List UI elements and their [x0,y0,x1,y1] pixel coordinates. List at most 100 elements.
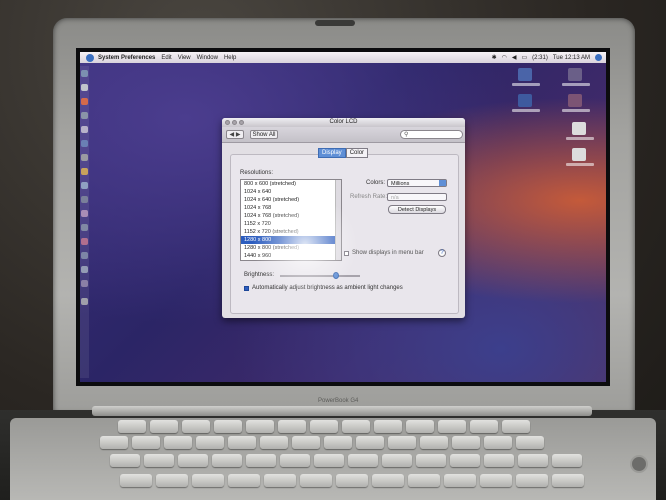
keyboard-key[interactable] [264,474,296,487]
help-button[interactable]: ? [438,249,446,257]
keyboard-key[interactable] [374,420,402,433]
menu-edit[interactable]: Edit [161,55,171,61]
keyboard-key[interactable] [212,454,242,467]
volume-icon[interactable]: ◀ [512,54,517,61]
battery-icon[interactable]: ▭ [522,54,528,61]
battery-time[interactable]: (2:31) [532,55,548,61]
list-item[interactable]: 1152 x 720 (stretched) [241,228,341,236]
menu-clock[interactable]: Tue 12:13 AM [553,55,590,61]
keyboard-key[interactable] [246,420,274,433]
list-scrollbar[interactable] [335,180,341,260]
keyboard-key[interactable] [278,420,306,433]
brightness-slider[interactable] [280,272,360,279]
keyboard-key[interactable] [280,454,310,467]
list-item[interactable]: 1440 x 960 [241,252,341,260]
dock-app-icon[interactable] [81,126,88,133]
desktop-drive-icon[interactable] [518,68,532,81]
keyboard-key[interactable] [164,436,192,449]
dock-app-icon[interactable] [81,84,88,91]
keyboard-key[interactable] [336,474,368,487]
tab-color[interactable]: Color [345,148,369,158]
keyboard-key[interactable] [228,474,260,487]
show-displays-checkbox[interactable] [344,251,349,256]
keyboard-key[interactable] [372,474,404,487]
list-item[interactable]: 1024 x 640 [241,188,341,196]
keyboard-key[interactable] [552,454,582,467]
keyboard-key[interactable] [192,474,224,487]
colors-popup[interactable]: Millions [387,179,447,187]
keyboard-key[interactable] [246,454,276,467]
keyboard-key[interactable] [324,436,352,449]
keyboard-key[interactable] [100,436,128,449]
auto-brightness-checkbox[interactable] [244,286,249,291]
keyboard-key[interactable] [310,420,338,433]
keyboard-key[interactable] [388,436,416,449]
keyboard-key[interactable] [260,436,288,449]
keyboard-key[interactable] [150,420,178,433]
dock-finder-icon[interactable] [81,70,88,77]
keyboard-key[interactable] [444,474,476,487]
list-item[interactable]: 1024 x 768 [241,204,341,212]
keyboard-key[interactable] [416,454,446,467]
keyboard-key[interactable] [348,454,378,467]
keyboard-key[interactable] [182,420,210,433]
keyboard-key[interactable] [502,420,530,433]
list-item[interactable]: 1024 x 640 (stretched) [241,196,341,204]
desktop-file-icon[interactable] [568,94,582,107]
desktop-drive-icon[interactable] [568,68,582,81]
wifi-icon[interactable]: ◠ [502,54,507,61]
keyboard-key[interactable] [484,454,514,467]
keyboard-key[interactable] [408,474,440,487]
dock-app-icon[interactable] [81,112,88,119]
keyboard-key[interactable] [438,420,466,433]
dock-app-icon[interactable] [81,238,88,245]
dock-trash-icon[interactable] [81,298,88,305]
list-item[interactable]: 1024 x 768 (stretched) [241,212,341,220]
keyboard-key[interactable] [132,436,160,449]
keyboard-key[interactable] [406,420,434,433]
keyboard-key[interactable] [450,454,480,467]
dock-app-icon[interactable] [81,168,88,175]
desktop-document-icon[interactable] [572,148,586,161]
keyboard-key[interactable] [516,436,544,449]
detect-displays-button[interactable]: Detect Displays [388,205,446,214]
menu-help[interactable]: Help [224,55,236,61]
dock-app-icon[interactable] [81,140,88,147]
keyboard-key[interactable] [214,420,242,433]
dock-app-icon[interactable] [81,154,88,161]
keyboard-key[interactable] [452,436,480,449]
apple-menu-icon[interactable] [86,53,94,62]
tab-display[interactable]: Display [318,148,346,158]
keyboard-key[interactable] [118,420,146,433]
menu-window[interactable]: Window [197,55,218,61]
keyboard-key[interactable] [382,454,412,467]
spotlight-icon[interactable] [595,54,602,61]
dock-app-icon[interactable] [81,280,88,287]
keyboard-key[interactable] [292,436,320,449]
keyboard-key[interactable] [484,436,512,449]
keyboard-key[interactable] [144,454,174,467]
desktop-file-icon[interactable] [518,94,532,107]
resolutions-list[interactable]: 800 x 600 (stretched) 1024 x 640 1024 x … [240,179,342,261]
desktop-document-icon[interactable] [572,122,586,135]
keyboard-key[interactable] [156,474,188,487]
keyboard-key[interactable] [300,474,332,487]
dock-app-icon[interactable] [81,266,88,273]
keyboard-key[interactable] [356,436,384,449]
dock-app-icon[interactable] [81,98,88,105]
refresh-rate-popup[interactable]: n/a [387,193,447,201]
keyboard-key[interactable] [196,436,224,449]
list-item[interactable]: 1280 x 800 (stretched) [241,244,341,252]
list-item[interactable]: 1152 x 720 [241,220,341,228]
dock-app-icon[interactable] [81,196,88,203]
keyboard-key[interactable] [516,474,548,487]
keyboard-key[interactable] [178,454,208,467]
keyboard-key[interactable] [420,436,448,449]
dock-app-icon[interactable] [81,252,88,259]
keyboard-key[interactable] [552,474,584,487]
bluetooth-icon[interactable]: ✱ [492,54,497,61]
keyboard-key[interactable] [314,454,344,467]
keyboard-key[interactable] [120,474,152,487]
dock-app-icon[interactable] [81,182,88,189]
keyboard-key[interactable] [518,454,548,467]
